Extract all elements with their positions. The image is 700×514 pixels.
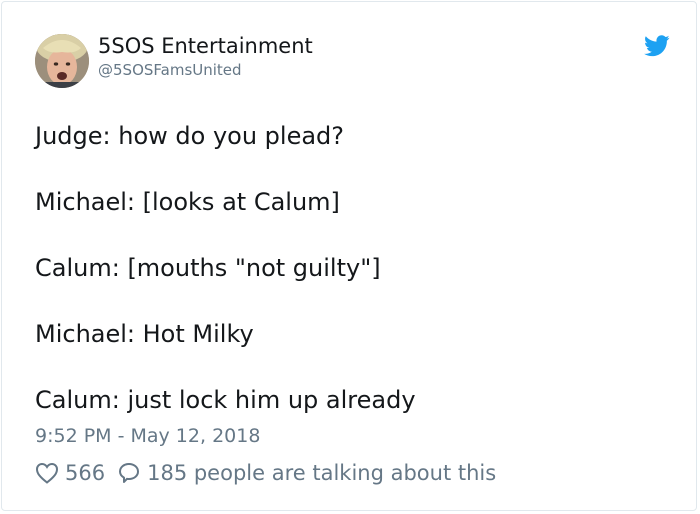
tweet-line: Judge: how do you plead? <box>35 122 345 150</box>
tweet-line: Michael: Hot Milky <box>35 320 254 348</box>
like-button[interactable]: 566 <box>35 461 117 485</box>
avatar[interactable] <box>35 34 89 88</box>
author-display-name[interactable]: 5SOS Entertainment <box>98 32 313 60</box>
tweet-line: Calum: just lock him up already <box>35 386 416 414</box>
tweet-body: Judge: how do you plead? Michael: [looks… <box>35 120 675 417</box>
tweet-actions: 566 185 people are talking about this <box>35 458 496 488</box>
speech-bubble-icon <box>117 461 141 485</box>
author-handle[interactable]: @5SOSFamsUnited <box>98 60 242 80</box>
heart-icon <box>35 462 59 484</box>
tweet-line: Michael: [looks at Calum] <box>35 188 340 216</box>
avatar-photo <box>35 34 89 88</box>
tweet-card: 5SOS Entertainment @5SOSFamsUnited Judge… <box>1 1 697 511</box>
tweet-line: Calum: [mouths "not guilty"] <box>35 254 381 282</box>
talking-about-text: 185 people are talking about this <box>147 461 497 485</box>
tweet-timestamp[interactable]: 9:52 PM - May 12, 2018 <box>35 422 260 450</box>
reply-link[interactable]: 185 people are talking about this <box>117 461 496 485</box>
like-count: 566 <box>65 461 106 485</box>
twitter-bird-icon[interactable] <box>644 35 670 57</box>
